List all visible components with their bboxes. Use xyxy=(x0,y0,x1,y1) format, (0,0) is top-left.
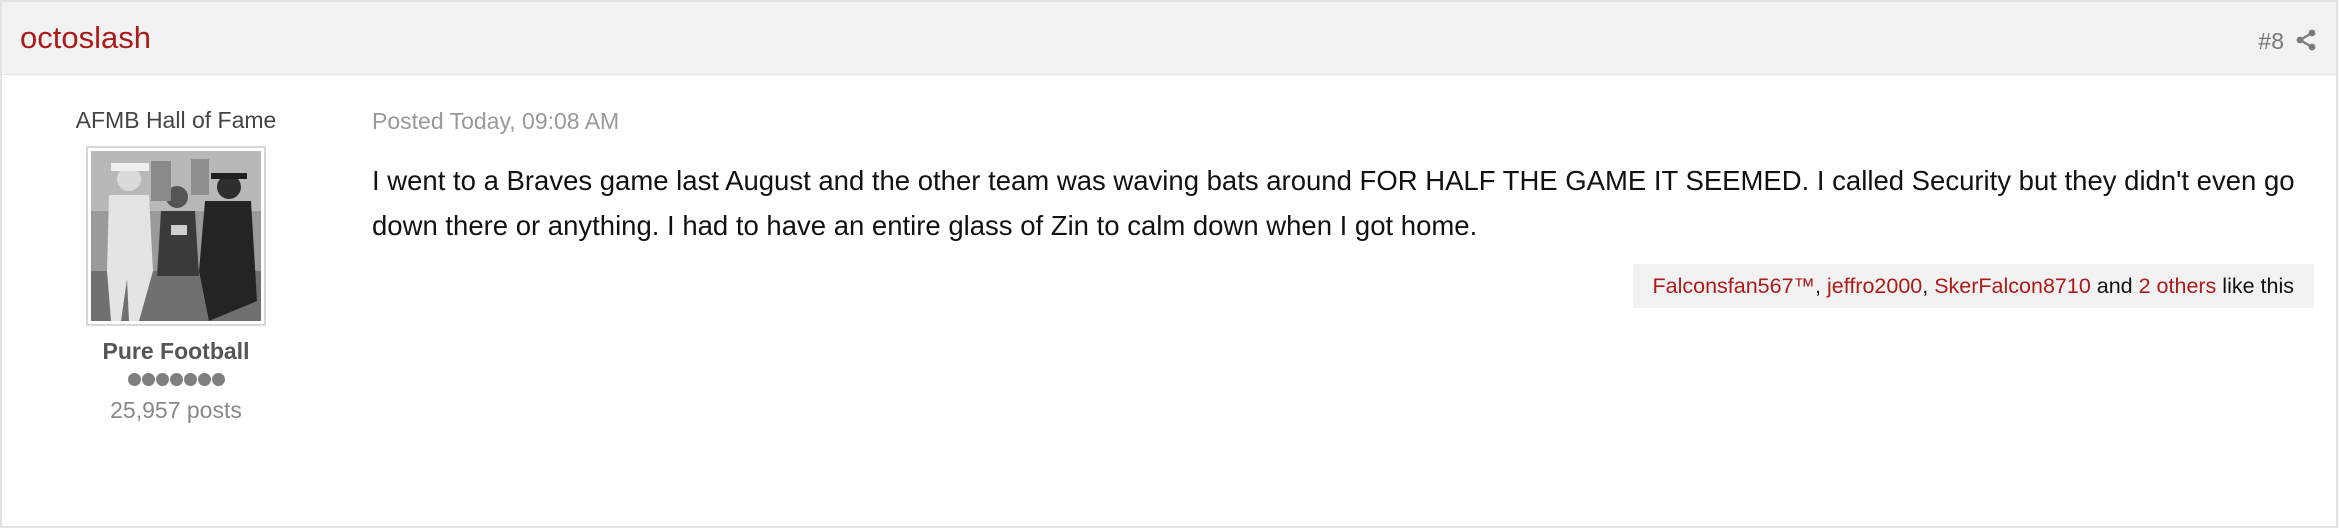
liker-separator: , xyxy=(1922,274,1935,298)
liker-link[interactable]: jeffro2000 xyxy=(1827,274,1922,298)
rank-pip xyxy=(169,373,183,386)
likes-bar: Falconsfan567™, jeffro2000, SkerFalcon87… xyxy=(1632,264,2314,308)
rank-pip xyxy=(197,373,211,386)
avatar[interactable] xyxy=(86,146,266,326)
author-info: AFMB Hall of Fame Pure Football 25,957 p… xyxy=(42,106,310,424)
post-count: 25,957 posts xyxy=(110,397,242,423)
post-date: Posted Today, 09:08 AM xyxy=(372,108,620,134)
rank-pip xyxy=(127,373,141,386)
post-header: octoslash #8 xyxy=(2,2,2336,75)
likes-suffix: like this xyxy=(2222,274,2294,298)
post-body: I went to a Braves game last August and … xyxy=(372,165,2295,241)
rank-pip xyxy=(141,373,155,386)
liker-link[interactable]: Falconsfan567™ xyxy=(1653,274,1816,298)
rank-pip xyxy=(155,373,169,386)
member-group: Pure Football xyxy=(102,338,250,364)
forum-post: octoslash #8 AFMB Hall of Fame Pure Foot… xyxy=(0,0,2338,528)
avatar-image xyxy=(91,151,261,321)
rank-pip xyxy=(183,373,197,386)
share-icon[interactable] xyxy=(2294,28,2318,52)
likes-others-link[interactable]: 2 others xyxy=(2139,274,2217,298)
rank-pips xyxy=(42,373,310,391)
post-number-link[interactable]: #8 xyxy=(2258,28,2284,55)
likes-and-text: and xyxy=(2096,274,2133,298)
liker-link[interactable]: SkerFalcon8710 xyxy=(1934,274,2091,298)
liker-separator: , xyxy=(1815,274,1827,298)
member-title: AFMB Hall of Fame xyxy=(75,107,277,133)
rank-pip xyxy=(211,373,225,386)
author-username-link[interactable]: octoslash xyxy=(20,20,151,56)
